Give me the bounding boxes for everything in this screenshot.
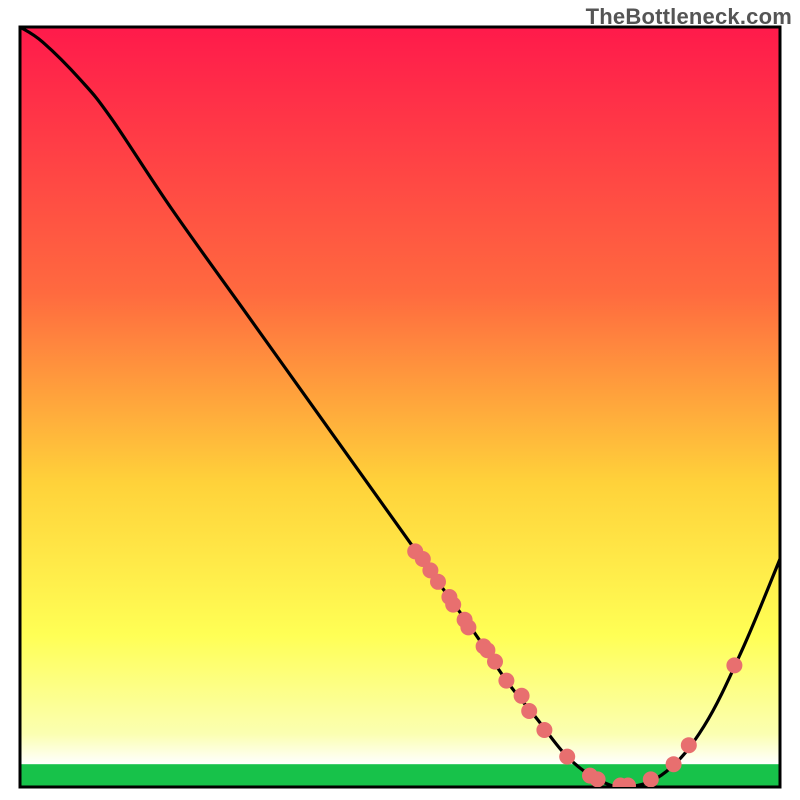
curve-marker bbox=[521, 703, 537, 719]
curve-marker bbox=[487, 654, 503, 670]
curve-marker bbox=[514, 688, 530, 704]
watermark-text: TheBottleneck.com bbox=[586, 4, 792, 30]
curve-marker bbox=[620, 777, 636, 793]
curve-marker bbox=[536, 722, 552, 738]
curve-marker bbox=[559, 749, 575, 765]
plot-background bbox=[20, 27, 780, 787]
curve-marker bbox=[681, 737, 697, 753]
curve-marker bbox=[643, 771, 659, 787]
green-band bbox=[20, 764, 780, 787]
curve-marker bbox=[498, 673, 514, 689]
curve-marker bbox=[445, 597, 461, 613]
chart-frame: TheBottleneck.com bbox=[0, 0, 800, 800]
curve-marker bbox=[666, 756, 682, 772]
curve-marker bbox=[460, 619, 476, 635]
curve-marker bbox=[590, 771, 606, 787]
curve-marker bbox=[726, 657, 742, 673]
curve-marker bbox=[430, 574, 446, 590]
bottleneck-chart bbox=[0, 0, 800, 800]
